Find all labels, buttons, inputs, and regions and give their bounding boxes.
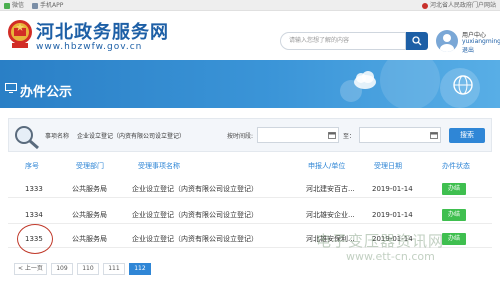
item-name-value[interactable]: 企业设立登记（内资有限公司设立登记） [77,131,185,140]
cell-no: 1333 [25,185,43,193]
col-header-dept: 受理部门 [76,162,104,170]
username: yuxiangming [462,38,500,45]
weixin-link[interactable]: 微信 [4,0,24,11]
end-date-field[interactable] [359,127,441,143]
calendar-icon [430,132,438,139]
pagination: < 上一页 109 110 111 112 [14,263,151,277]
site-title[interactable]: 河北政务服务网 [36,18,169,44]
cell-dept: 公共服务局 [72,235,107,243]
calendar-icon [328,132,336,139]
status-badge[interactable]: 办结 [442,183,466,195]
start-date-field[interactable] [257,127,339,143]
search-input[interactable]: 请输入您想了解的内容 [280,32,406,50]
page-button-active[interactable]: 112 [128,263,151,275]
cell-dept: 公共服务局 [72,211,107,219]
banner-decoration [380,60,440,108]
col-header-no: 序号 [25,162,39,170]
col-header-item: 受理事项名称 [138,162,180,170]
search-button[interactable] [406,32,428,50]
avatar[interactable] [436,30,458,52]
table-row[interactable]: 1333 公共服务局 企业设立登记（内资有限公司设立登记） 河北建安百古... … [8,180,492,198]
cell-item[interactable]: 企业设立登记（内资有限公司设立登记） [132,180,258,198]
cell-applicant: 河北雄安企业... [306,211,355,219]
wechat-icon [4,2,10,9]
watermark-url: www.ett-cn.com [346,250,435,263]
emblem-small-icon [421,2,428,9]
filter-search-button[interactable]: 搜索 [449,128,485,143]
top-strip: 微信 手机APP 河北省人民政府门户网站 [0,0,500,11]
site-header: 河北政务服务网 www.hbzwfw.gov.cn 请输入您想了解的内容 用户中… [0,12,500,60]
logout-link[interactable]: 退出 [462,45,474,54]
page-button[interactable]: 109 [50,263,73,275]
watermark-text: 电子变压器资讯网 [316,232,445,250]
monitor-icon [5,83,17,93]
cell-item[interactable]: 企业设立登记（内资有限公司设立登记） [132,230,258,248]
to-label: 至： [343,133,356,140]
cell-applicant: 河北建安百古... [306,185,355,193]
national-emblem-icon [8,20,32,48]
status-badge[interactable]: 办结 [442,233,466,245]
item-name-label: 事项名称 [45,133,70,140]
page-title: 办件公示 [20,85,73,100]
cell-dept: 公共服务局 [72,185,107,193]
table-header: 序号 受理部门 受理事项名称 申报人/单位 受理日期 办件状态 [8,157,492,175]
page-banner: 办件公示 [0,60,500,108]
page-button[interactable]: 110 [76,263,99,275]
phone-icon [32,2,39,9]
cell-item[interactable]: 企业设立登记（内资有限公司设立登记） [132,206,258,224]
col-header-date: 受理日期 [374,162,402,170]
filter-panel: 事项名称 企业设立登记（内资有限公司设立登记） 按时间段: 至： 搜索 [8,118,492,152]
page-button[interactable]: 111 [102,263,125,275]
globe-icon [453,75,473,95]
mobile-app-link[interactable]: 手机APP [32,0,63,11]
site-url: www.hbzwfw.gov.cn [36,42,143,52]
col-header-applicant: 申报人/单位 [308,162,346,170]
table-row[interactable]: 1334 公共服务局 企业设立登记（内资有限公司设立登记） 河北雄安企业... … [8,206,492,224]
time-range-label: 按时间段: [227,133,254,140]
cell-date: 2019-01-14 [372,185,413,193]
col-header-status: 办件状态 [442,162,470,170]
cloud-icon [354,71,376,89]
status-badge[interactable]: 办结 [442,209,466,221]
search-icon [412,36,422,46]
cell-no: 1334 [25,211,43,219]
magnifier-icon [15,126,39,150]
portal-link[interactable]: 河北省人民政府门户网站 [421,0,496,11]
user-icon [440,34,454,52]
annotation-circle [17,224,53,254]
prev-page-button[interactable]: < 上一页 [14,263,47,275]
cell-date: 2019-01-14 [372,211,413,219]
